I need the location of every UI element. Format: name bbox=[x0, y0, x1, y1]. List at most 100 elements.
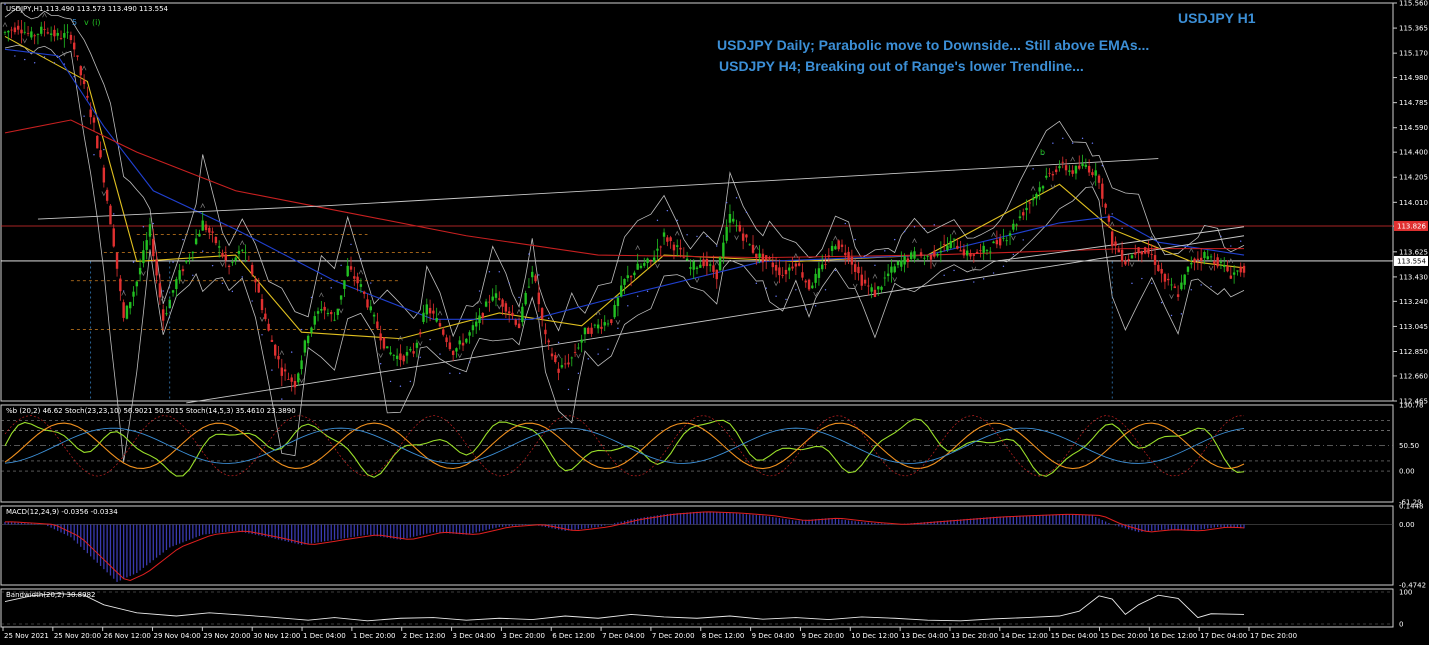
candle-body bbox=[821, 264, 824, 270]
candle-body bbox=[247, 260, 251, 262]
candle-body bbox=[794, 263, 798, 267]
candle-body bbox=[148, 224, 152, 237]
candle-body bbox=[919, 252, 923, 257]
price-tick-label: 113.430 bbox=[1399, 273, 1428, 281]
fractal-marker bbox=[694, 278, 700, 283]
price-marker-label: 113.826 bbox=[1397, 222, 1426, 230]
time-tick-label: 25 Nov 2021 bbox=[4, 632, 49, 640]
sar-dot bbox=[1180, 313, 1183, 315]
candle-body bbox=[23, 31, 26, 33]
sar-dot bbox=[290, 351, 293, 353]
candle-body bbox=[468, 332, 471, 336]
fractal-marker bbox=[1011, 235, 1016, 241]
candle-body bbox=[132, 291, 135, 297]
candle-body bbox=[1199, 257, 1203, 261]
sar-dot bbox=[864, 254, 866, 257]
candle-body bbox=[201, 220, 204, 231]
candle-body bbox=[695, 267, 699, 269]
candle-body bbox=[840, 244, 844, 247]
candle-body bbox=[830, 245, 834, 251]
percent-b-line bbox=[4, 418, 1245, 478]
candle-body bbox=[175, 279, 178, 289]
time-tick-label: 8 Dec 12:00 bbox=[702, 632, 745, 640]
time-tick-label: 9 Dec 20:00 bbox=[801, 632, 844, 640]
candle-body bbox=[893, 266, 896, 273]
candle-body bbox=[890, 266, 893, 273]
candle-body bbox=[425, 304, 428, 315]
candle-body bbox=[415, 342, 419, 348]
candle-body bbox=[507, 311, 511, 314]
oscillator-pane bbox=[0, 404, 1394, 503]
candle-body bbox=[1091, 172, 1094, 176]
sar-dot bbox=[725, 201, 728, 204]
candle-body bbox=[1216, 257, 1219, 267]
candle-body bbox=[1068, 170, 1071, 172]
candle-body bbox=[498, 298, 501, 300]
candle-body bbox=[280, 367, 283, 376]
candle-body bbox=[165, 313, 168, 315]
candle-body bbox=[1157, 264, 1160, 272]
candle-body bbox=[788, 267, 791, 271]
candle-body bbox=[933, 250, 936, 257]
candle-body bbox=[79, 66, 82, 76]
fractal-marker bbox=[279, 350, 285, 356]
candle-body bbox=[880, 286, 883, 290]
candle-body bbox=[781, 275, 784, 277]
candle-body bbox=[863, 279, 867, 284]
sar-dot bbox=[162, 290, 164, 292]
sar-dot bbox=[340, 264, 342, 267]
sar-dot bbox=[370, 282, 372, 284]
fractal-marker bbox=[615, 320, 621, 325]
fractal-marker bbox=[437, 310, 443, 316]
candle-body bbox=[244, 252, 247, 254]
candle-body bbox=[475, 321, 478, 327]
candle-body bbox=[46, 32, 50, 34]
candle-body bbox=[204, 224, 208, 230]
candle-body bbox=[326, 312, 330, 315]
fractal-marker bbox=[1109, 221, 1115, 227]
sar-dot bbox=[1220, 235, 1222, 238]
candle-body bbox=[1124, 261, 1127, 265]
candle-body bbox=[768, 257, 771, 259]
candle-body bbox=[906, 258, 910, 263]
fractal-marker bbox=[1030, 185, 1036, 191]
chart-title: USDJPY H1 bbox=[1178, 10, 1256, 26]
candle-body bbox=[685, 258, 689, 261]
candle-body bbox=[313, 316, 316, 325]
sar-dot bbox=[132, 261, 135, 263]
sar-dot bbox=[1032, 168, 1034, 170]
sar-dot bbox=[478, 290, 481, 292]
candle-body bbox=[949, 241, 952, 249]
candle-body bbox=[171, 290, 175, 293]
candle-body bbox=[40, 26, 43, 34]
candle-body bbox=[554, 355, 557, 363]
candle-body bbox=[765, 255, 768, 261]
candle-body bbox=[1058, 166, 1061, 169]
time-tick-label: 15 Dec 04:00 bbox=[1051, 632, 1098, 640]
candle-body bbox=[649, 259, 653, 261]
sar-dot bbox=[607, 348, 609, 350]
candle-body bbox=[1242, 265, 1246, 273]
candle-body bbox=[656, 248, 659, 251]
candle-body bbox=[524, 292, 527, 305]
sar-dot bbox=[548, 317, 550, 320]
candle-body bbox=[593, 324, 597, 326]
candle-body bbox=[297, 373, 300, 383]
sar-dot bbox=[1101, 164, 1104, 167]
candle-body bbox=[1223, 265, 1226, 268]
sar-dot bbox=[992, 272, 995, 274]
sar-dot bbox=[43, 56, 46, 58]
usdjpy-chart[interactable]: 115.560 115.365 115.170 114.980 114.785 114.5… bbox=[0, 0, 1429, 645]
candle-body bbox=[771, 262, 774, 268]
fractal-marker bbox=[833, 235, 838, 241]
candle-body bbox=[962, 249, 966, 256]
sar-dot bbox=[587, 358, 589, 360]
candle-body bbox=[264, 313, 267, 320]
candle-body bbox=[287, 378, 290, 380]
candle-body bbox=[392, 354, 396, 356]
price-marker-label: 113.554 bbox=[1397, 257, 1426, 265]
time-tick-label: 30 Nov 12:00 bbox=[253, 632, 300, 640]
candle-body bbox=[1186, 266, 1190, 272]
fractal-marker bbox=[1090, 181, 1095, 187]
oscillator-tick-label: 130.78 bbox=[1399, 402, 1424, 410]
